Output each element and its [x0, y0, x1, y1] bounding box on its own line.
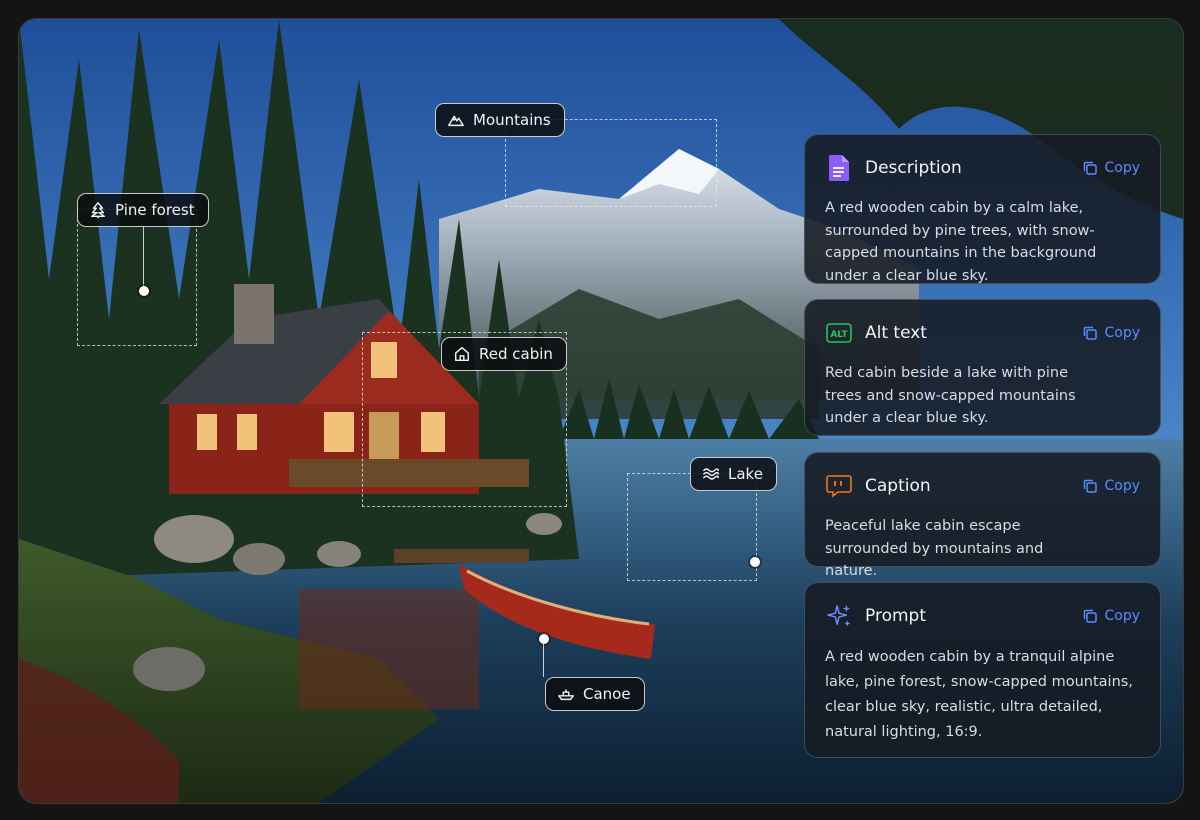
tag-red-cabin-label: Red cabin	[479, 345, 553, 363]
tag-mountains-label: Mountains	[473, 111, 551, 129]
prompt-card-header: Prompt Copy	[825, 601, 1140, 631]
sparkles-icon	[825, 602, 853, 630]
prompt-card-title: Prompt	[865, 606, 926, 626]
description-card-header: Description Copy	[825, 153, 1140, 183]
alt-badge-icon: ALT	[825, 319, 853, 347]
alt-badge-text: ALT	[830, 330, 848, 340]
house-icon	[453, 345, 471, 363]
lake-pointer-dot	[750, 557, 760, 567]
alt-text-card-header: ALT Alt text Copy	[825, 318, 1140, 348]
pine-tree-icon	[89, 201, 107, 219]
caption-card: Caption Copy Peaceful lake cabin escape …	[804, 452, 1161, 579]
waves-icon	[702, 465, 720, 483]
prompt-copy-button[interactable]: Copy	[1082, 608, 1140, 624]
tag-mountains[interactable]: Mountains	[435, 103, 565, 137]
caption-card-text: Peaceful lake cabin escape surrounded by…	[825, 518, 1044, 579]
alt-text-card-title: Alt text	[865, 323, 927, 343]
copy-icon	[1084, 479, 1098, 493]
description-copy-label: Copy	[1104, 160, 1140, 176]
copy-icon	[1084, 161, 1098, 175]
tag-lake-label: Lake	[728, 465, 763, 483]
tag-pine-forest-label: Pine forest	[115, 201, 195, 219]
description-card-title: Description	[865, 158, 962, 178]
mountain-icon	[447, 111, 465, 129]
copy-icon	[1084, 326, 1098, 340]
prompt-card-text: A red wooden cabin by a tranquil alpine …	[825, 649, 1133, 740]
caption-copy-button[interactable]: Copy	[1082, 478, 1140, 494]
description-card-text: A red wooden cabin by a calm lake, surro…	[825, 200, 1097, 284]
prompt-card: Prompt Copy A red wooden cabin by a tran…	[804, 582, 1161, 758]
alt-text-copy-button[interactable]: Copy	[1082, 325, 1140, 341]
boat-icon	[557, 685, 575, 703]
tag-canoe-label: Canoe	[583, 685, 631, 703]
tag-pine-forest[interactable]: Pine forest	[77, 193, 209, 227]
tag-lake[interactable]: Lake	[690, 457, 777, 491]
description-copy-button[interactable]: Copy	[1082, 160, 1140, 176]
prompt-copy-label: Copy	[1104, 608, 1140, 624]
alt-text-copy-label: Copy	[1104, 325, 1140, 341]
image-frame: Mountains Pine forest Red cabin Lake Can…	[18, 18, 1184, 804]
pine-forest-pointer-dot	[139, 286, 149, 296]
pine-forest-region-box	[77, 209, 197, 346]
description-card: Description Copy A red wooden cabin by a…	[804, 134, 1161, 284]
tag-red-cabin[interactable]: Red cabin	[441, 337, 567, 371]
document-icon	[825, 154, 853, 182]
tag-canoe[interactable]: Canoe	[545, 677, 645, 711]
canoe-pointer-dot	[539, 634, 549, 644]
pine-forest-pointer-line	[143, 227, 144, 291]
caption-card-header: Caption Copy	[825, 471, 1140, 501]
quote-bubble-icon	[825, 472, 853, 500]
copy-icon	[1084, 609, 1098, 623]
alt-text-card: ALT Alt text Copy Red cabin beside a lak…	[804, 299, 1161, 436]
caption-copy-label: Copy	[1104, 478, 1140, 494]
caption-card-title: Caption	[865, 476, 931, 496]
canoe-pointer-line	[543, 639, 544, 677]
alt-text-card-text: Red cabin beside a lake with pine trees …	[825, 365, 1076, 426]
